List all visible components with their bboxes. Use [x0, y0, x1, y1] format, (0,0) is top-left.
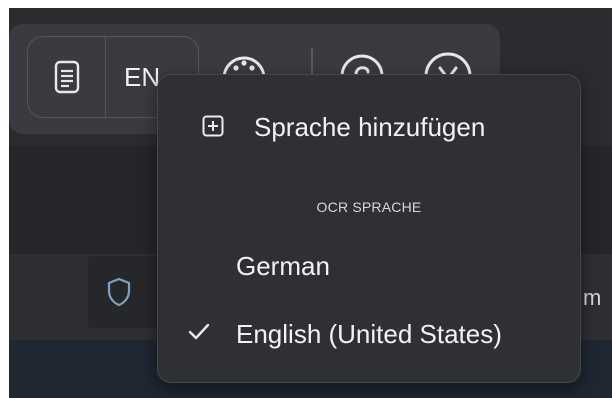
language-code: EN — [124, 61, 161, 92]
document-button[interactable] — [28, 37, 106, 117]
ocr-section-title: OCR SPRACHE — [316, 199, 422, 215]
plus-box-icon — [202, 115, 224, 137]
language-option-label: English (United States) — [236, 319, 502, 349]
background-text-fragment: m — [583, 285, 602, 310]
checkmark-icon — [188, 323, 210, 340]
language-option-german[interactable]: German — [158, 247, 580, 285]
ocr-language-menu: Sprache hinzufügen OCR SPRACHE German En… — [157, 74, 581, 383]
language-option-label: German — [236, 251, 330, 281]
shield-icon — [107, 277, 131, 307]
screenshot-stage: m EN Sprache hinzufügen OCR SPRACHE Germ… — [0, 0, 612, 398]
document-icon — [54, 60, 79, 94]
add-language-menu-item[interactable]: Sprache hinzufügen — [158, 109, 580, 149]
add-language-label: Sprache hinzufügen — [254, 112, 486, 142]
language-option-english-us[interactable]: English (United States) — [158, 315, 580, 355]
